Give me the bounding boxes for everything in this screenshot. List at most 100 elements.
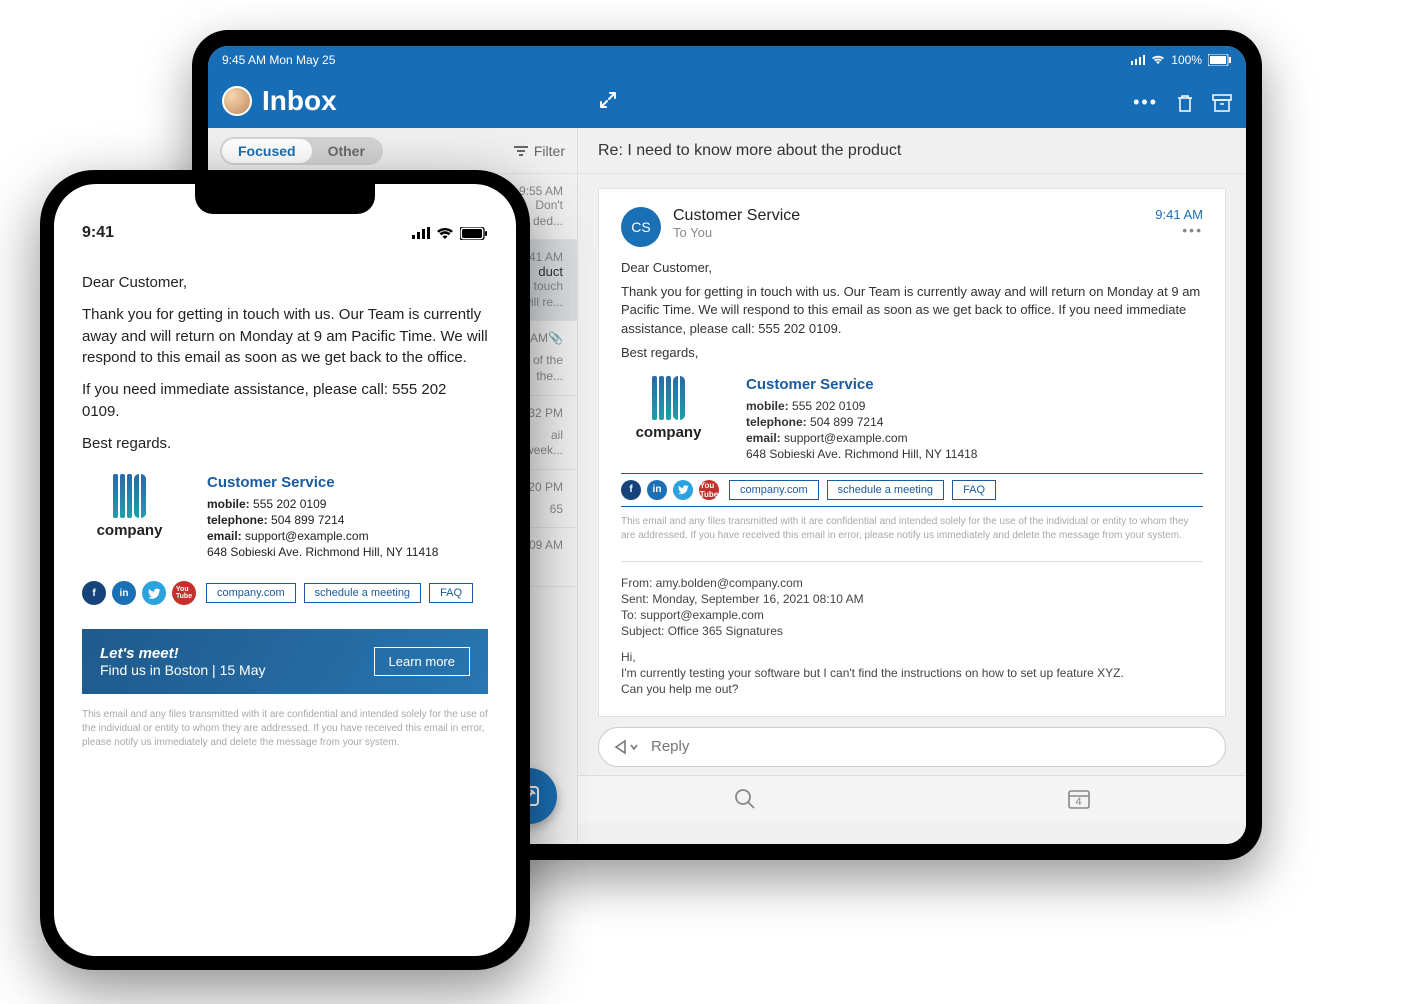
phone-screen: 9:41 Dear Customer, Thank you for gettin… [54, 184, 516, 956]
sig-mobile: 555 202 0109 [253, 497, 326, 511]
mail-body: Dear Customer, Thank you for getting in … [621, 259, 1203, 696]
disclaimer-text: This email and any files transmitted wit… [82, 708, 488, 750]
signature-block: company Customer Service mobile: 555 202… [621, 376, 1203, 543]
signoff: Best regards, [621, 344, 1203, 362]
tab-focused[interactable]: Focused [222, 139, 312, 163]
sig-phone: 504 899 7214 [810, 415, 883, 429]
sig-address: 648 Sobieski Ave. Richmond Hill, NY 1141… [746, 447, 977, 461]
header-actions: ••• [1133, 92, 1232, 113]
ipad-status-bar: 9:45 AM Mon May 25 100% [208, 46, 1246, 74]
search-tab-icon[interactable] [734, 788, 756, 810]
sig-meeting-button[interactable]: schedule a meeting [827, 480, 944, 500]
social-icons: f in YouTube [82, 581, 196, 605]
attachment-icon: 📎 [548, 331, 563, 345]
youtube-icon[interactable]: YouTube [172, 581, 196, 605]
subject-bar: Re: I need to know more about the produc… [578, 128, 1246, 174]
mail-more-icon[interactable]: ••• [1155, 222, 1203, 238]
more-icon[interactable]: ••• [1133, 92, 1158, 113]
youtube-icon[interactable]: YouTube [699, 480, 719, 500]
phone-time: 9:41 [82, 224, 114, 242]
greeting: Dear Customer, [82, 272, 488, 294]
inbox-tabs: Focused Other [220, 137, 383, 165]
facebook-icon[interactable]: f [621, 480, 641, 500]
ipad-status-right: 100% [1131, 53, 1232, 67]
phone-notch [195, 184, 375, 214]
ipad-time-date: 9:45 AM Mon May 25 [222, 53, 335, 67]
learn-more-button[interactable]: Learn more [374, 647, 470, 676]
wifi-icon [1151, 55, 1165, 65]
twitter-icon[interactable] [142, 581, 166, 605]
promo-banner[interactable]: Let's meet! Find us in Boston | 15 May L… [82, 629, 488, 694]
sig-faq-button[interactable]: FAQ [952, 480, 996, 500]
sig-email: support@example.com [245, 529, 369, 543]
battery-icon [460, 227, 488, 240]
sig-website-button[interactable]: company.com [206, 583, 296, 603]
filter-label: Filter [534, 143, 565, 159]
logo-text: company [82, 522, 177, 539]
facebook-icon[interactable]: f [82, 581, 106, 605]
sig-email: support@example.com [784, 431, 908, 445]
profile-avatar[interactable] [222, 86, 252, 116]
trash-icon[interactable] [1176, 93, 1194, 113]
calendar-badge: 4 [1076, 796, 1082, 808]
calendar-tab-icon[interactable]: 4 [1067, 788, 1091, 810]
bottom-tabbar: 4 [578, 775, 1246, 823]
wifi-icon [436, 227, 454, 240]
body-para: Thank you for getting in touch with us. … [621, 283, 1203, 338]
company-logo: company [82, 474, 177, 539]
archive-icon[interactable] [1212, 94, 1232, 112]
filter-icon [514, 145, 528, 157]
logo-text: company [621, 424, 716, 441]
sig-name: Customer Service [207, 474, 438, 491]
greeting: Dear Customer, [621, 259, 1203, 277]
quoted-sent: Sent: Monday, September 16, 2021 08:10 A… [621, 592, 1203, 606]
from-name: Customer Service [673, 207, 1143, 225]
to-line: To You [673, 225, 1143, 240]
social-icons: f in YouTube [621, 480, 719, 500]
filter-row: Focused Other Filter [208, 128, 577, 174]
battery-percent: 100% [1171, 53, 1202, 67]
sig-mobile: 555 202 0109 [792, 399, 865, 413]
banner-title: Let's meet! [100, 645, 266, 662]
sig-meeting-button[interactable]: schedule a meeting [304, 583, 421, 603]
quoted-from: From: amy.bolden@company.com [621, 576, 1203, 590]
quoted-message: From: amy.bolden@company.com Sent: Monda… [621, 561, 1203, 696]
reply-bar[interactable] [598, 727, 1226, 767]
signature-info: Customer Service mobile: 555 202 0109 te… [746, 376, 977, 463]
twitter-icon[interactable] [673, 480, 693, 500]
para1: Thank you for getting in touch with us. … [82, 304, 488, 369]
sig-phone: 504 899 7214 [271, 513, 344, 527]
sig-faq-button[interactable]: FAQ [429, 583, 473, 603]
signoff: Best regards. [82, 433, 488, 455]
battery-icon [1208, 54, 1232, 66]
inbox-title: Inbox [262, 85, 337, 117]
tab-other[interactable]: Other [312, 139, 381, 163]
disclaimer-text: This email and any files transmitted wit… [621, 515, 1203, 543]
mail-header: CS Customer Service To You 9:41 AM ••• [621, 207, 1203, 247]
signature-block: company Customer Service mobile: 555 202… [82, 474, 488, 611]
reading-pane: Re: I need to know more about the produc… [578, 128, 1246, 844]
quoted-to: To: support@example.com [621, 608, 1203, 622]
filter-button[interactable]: Filter [514, 143, 565, 159]
mail-time: 9:41 AM [1155, 207, 1203, 222]
reply-input[interactable] [651, 738, 1211, 755]
signal-icon [1131, 55, 1145, 65]
phone-device: 9:41 Dear Customer, Thank you for gettin… [40, 170, 530, 970]
banner-subtitle: Find us in Boston | 15 May [100, 662, 266, 678]
signature-info: Customer Service mobile: 555 202 0109 te… [207, 474, 438, 561]
sender-avatar: CS [621, 207, 661, 247]
sig-website-button[interactable]: company.com [729, 480, 819, 500]
linkedin-icon[interactable]: in [647, 480, 667, 500]
phone-status-bar: 9:41 [82, 224, 488, 242]
phone-mail-body: Dear Customer, Thank you for getting in … [82, 272, 488, 750]
linkedin-icon[interactable]: in [112, 581, 136, 605]
sig-name: Customer Service [746, 376, 977, 393]
mail-card: CS Customer Service To You 9:41 AM ••• D… [598, 188, 1226, 717]
signal-icon [412, 227, 430, 239]
company-logo: company [621, 376, 716, 441]
sig-address: 648 Sobieski Ave. Richmond Hill, NY 1141… [207, 545, 438, 559]
para2: If you need immediate assistance, please… [82, 379, 488, 423]
reply-arrow-icon[interactable] [613, 738, 641, 756]
quoted-subject: Subject: Office 365 Signatures [621, 624, 1203, 638]
expand-icon[interactable] [598, 90, 618, 110]
